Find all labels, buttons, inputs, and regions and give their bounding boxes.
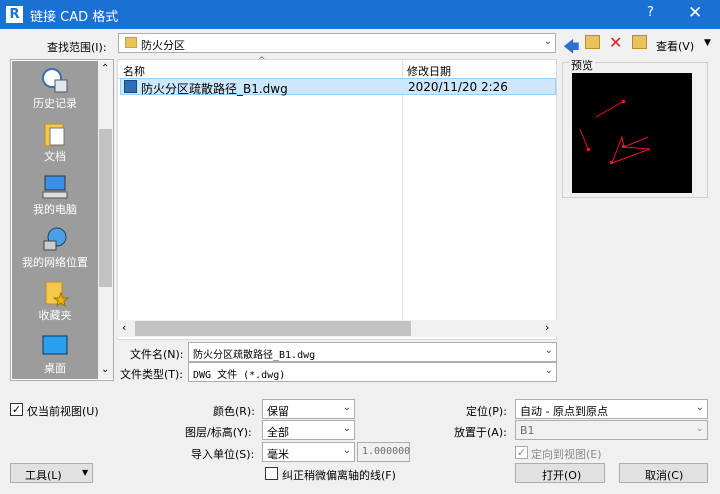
views-dropdown-icon[interactable]: ▼ bbox=[704, 38, 711, 48]
up-folder-icon[interactable] bbox=[585, 35, 600, 49]
file-list: ^ 名称 修改日期 防火分区疏散路径_B1.dwg 2020/11/20 2:2… bbox=[117, 56, 557, 340]
places-bar: 历史记录 文档 我的电脑 我的网络位置 收藏夹 桌面 ⌃ ⌄ bbox=[10, 59, 114, 381]
new-folder-icon[interactable] bbox=[632, 35, 647, 49]
sort-arrow-icon: ^ bbox=[258, 56, 266, 66]
chevron-down-icon: ⌄ bbox=[695, 402, 704, 413]
place-desktop[interactable]: 桌面 bbox=[12, 332, 98, 376]
column-divider bbox=[402, 60, 403, 321]
close-button[interactable]: ✕ bbox=[688, 3, 702, 23]
file-name-cell: 防火分区疏散路径_B1.dwg bbox=[141, 82, 288, 96]
cancel-label: 取消(C) bbox=[645, 469, 684, 482]
place-network[interactable]: 我的网络位置 bbox=[12, 226, 98, 270]
preview-label: 预览 bbox=[569, 57, 595, 73]
chevron-down-icon[interactable]: ⌄ bbox=[101, 364, 109, 375]
current-view-only-checkbox[interactable]: ✓ bbox=[10, 403, 23, 416]
place-label: 历史记录 bbox=[33, 97, 77, 110]
place-label: 我的网络位置 bbox=[22, 256, 88, 269]
import-units-select[interactable]: 毫米 ⌄ bbox=[262, 442, 355, 462]
layers-select[interactable]: 全部 ⌄ bbox=[262, 420, 355, 440]
chevron-down-icon: ⌄ bbox=[544, 365, 553, 376]
preview-image bbox=[572, 73, 692, 193]
favorites-icon bbox=[45, 281, 69, 307]
import-units-label: 导入单位(S): bbox=[191, 448, 255, 461]
dialog-title: 链接 CAD 格式 bbox=[30, 10, 119, 25]
chevron-down-icon[interactable]: ⌄ bbox=[545, 345, 553, 356]
open-button[interactable]: 打开(O) bbox=[515, 463, 605, 483]
filename-value: 防火分区疏散路径_B1.dwg bbox=[193, 350, 316, 361]
place-label: 我的电脑 bbox=[33, 203, 77, 216]
current-view-only-label[interactable]: 仅当前视图(U) bbox=[27, 403, 99, 419]
places-scrollbar[interactable]: ⌃ ⌄ bbox=[98, 61, 113, 379]
place-at-value: B1 bbox=[520, 424, 535, 437]
lookin-label: 查找范围(I): bbox=[47, 41, 107, 54]
lookin-value: 防火分区 bbox=[141, 39, 185, 52]
place-computer[interactable]: 我的电脑 bbox=[12, 173, 98, 217]
correct-lines-checkbox[interactable] bbox=[265, 467, 278, 480]
dropdown-arrow-icon: ▼ bbox=[82, 468, 89, 477]
scrollbar-thumb[interactable] bbox=[99, 129, 112, 287]
correct-lines-label[interactable]: 纠正稍微偏离轴的线(F) bbox=[282, 467, 396, 483]
title-bar: R 链接 CAD 格式 ? ✕ bbox=[0, 0, 720, 29]
tools-button[interactable]: 工具(L) ▼ bbox=[10, 463, 93, 483]
folder-icon bbox=[125, 37, 137, 48]
colors-select[interactable]: 保留 ⌄ bbox=[262, 399, 355, 419]
colors-value: 保留 bbox=[267, 405, 289, 418]
positioning-select[interactable]: 自动 - 原点到原点 ⌄ bbox=[515, 399, 708, 419]
layers-label: 图层/标高(Y): bbox=[185, 426, 252, 439]
preview-group bbox=[562, 62, 708, 198]
help-button[interactable]: ? bbox=[647, 5, 654, 20]
orient-to-view-checkbox[interactable]: ✓ bbox=[515, 446, 528, 459]
chevron-left-icon[interactable]: ‹ bbox=[122, 321, 126, 334]
place-at-select[interactable]: B1 ⌄ bbox=[515, 420, 708, 440]
table-row[interactable]: 防火分区疏散路径_B1.dwg 2020/11/20 2:26 bbox=[120, 78, 556, 96]
chevron-down-icon: ⌄ bbox=[342, 445, 351, 456]
import-scale-value: 1.000000 bbox=[362, 446, 411, 457]
colors-label: 颜色(R): bbox=[213, 405, 255, 418]
place-label: 文档 bbox=[44, 150, 66, 163]
chevron-up-icon[interactable]: ⌃ bbox=[101, 63, 109, 74]
place-documents[interactable]: 文档 bbox=[12, 120, 98, 164]
app-logo-icon: R bbox=[6, 6, 23, 23]
documents-icon bbox=[44, 123, 65, 147]
dwg-file-icon bbox=[124, 80, 137, 93]
place-history[interactable]: 历史记录 bbox=[12, 67, 98, 111]
lookin-combo[interactable]: 防火分区 ⌄ bbox=[118, 33, 556, 53]
chevron-right-icon[interactable]: › bbox=[545, 321, 549, 334]
place-label: 桌面 bbox=[44, 362, 66, 375]
orient-to-view-label[interactable]: 定向到视图(E) bbox=[531, 446, 602, 462]
places-list: 历史记录 文档 我的电脑 我的网络位置 收藏夹 桌面 bbox=[12, 61, 98, 379]
filename-input[interactable]: 防火分区疏散路径_B1.dwg ⌄ bbox=[188, 342, 557, 362]
filename-label: 文件名(N): bbox=[130, 348, 184, 361]
history-icon bbox=[42, 68, 68, 93]
desktop-icon bbox=[42, 335, 68, 355]
cancel-button[interactable]: 取消(C) bbox=[619, 463, 708, 483]
import-scale-input[interactable]: 1.000000 bbox=[357, 442, 410, 462]
chevron-down-icon: ⌄ bbox=[342, 423, 351, 434]
file-date-cell: 2020/11/20 2:26 bbox=[408, 80, 508, 94]
delete-icon[interactable]: ✕ bbox=[609, 33, 622, 52]
place-at-label: 放置于(A): bbox=[454, 426, 507, 439]
computer-icon bbox=[42, 175, 68, 199]
chevron-down-icon: ⌄ bbox=[695, 423, 704, 434]
scrollbar-thumb[interactable] bbox=[135, 321, 411, 336]
filetype-label: 文件类型(T): bbox=[120, 368, 184, 381]
place-favorites[interactable]: 收藏夹 bbox=[12, 279, 98, 323]
filetype-value: DWG 文件 (*.dwg) bbox=[193, 370, 286, 381]
positioning-label: 定位(P): bbox=[466, 405, 507, 418]
place-label: 收藏夹 bbox=[38, 309, 72, 322]
positioning-value: 自动 - 原点到原点 bbox=[520, 405, 608, 418]
views-menu[interactable]: 查看(V) bbox=[656, 38, 694, 54]
filetype-select[interactable]: DWG 文件 (*.dwg) ⌄ bbox=[188, 362, 557, 382]
network-icon bbox=[43, 227, 67, 251]
import-units-value: 毫米 bbox=[267, 448, 289, 461]
tools-label: 工具(L) bbox=[25, 469, 62, 482]
chevron-down-icon: ⌄ bbox=[543, 36, 552, 47]
chevron-down-icon: ⌄ bbox=[342, 402, 351, 413]
layers-value: 全部 bbox=[267, 426, 289, 439]
open-label: 打开(O) bbox=[542, 469, 582, 482]
file-list-hscrollbar[interactable]: ‹ › bbox=[117, 320, 557, 337]
